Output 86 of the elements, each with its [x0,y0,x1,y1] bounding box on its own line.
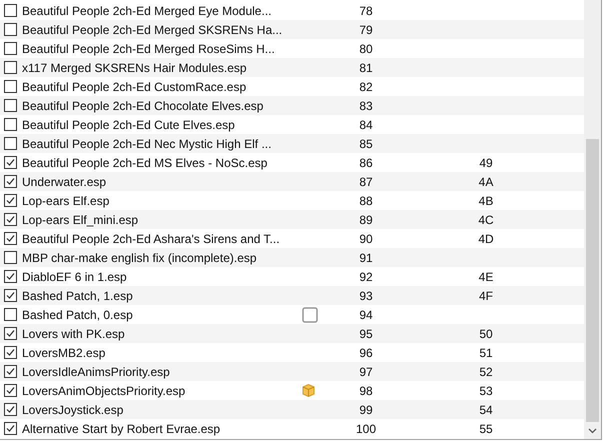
checkbox[interactable] [4,365,17,378]
checkbox[interactable] [4,4,17,17]
load-order: 83 [358,98,374,112]
load-order: 78 [358,4,374,18]
checkbox[interactable] [4,384,17,397]
checkbox[interactable] [4,175,17,188]
scrollbar[interactable] [584,0,601,439]
plugin-name: Beautiful People 2ch-Ed CustomRace.esp [21,80,248,94]
package-icon [302,384,315,397]
load-order: 86 [358,156,374,170]
plugin-name: LoversIdleAnimsPriority.esp [21,364,171,378]
plugin-name: DiabloEF 6 in 1.esp [21,270,128,284]
plugin-name: Lop-ears Elf_mini.esp [21,212,140,226]
mod-index: 53 [479,384,493,398]
load-order: 93 [358,288,374,302]
plugin-name: Beautiful People 2ch-Ed Merged RoseSims H... [21,42,276,56]
checkbox[interactable] [4,118,17,131]
load-order: 95 [358,326,374,340]
plugin-name: MBP char-make english fix (incomplete).esp [21,250,258,264]
checkbox[interactable] [4,232,17,245]
checkbox[interactable] [4,403,17,416]
mod-index: 4E [478,270,494,284]
checkbox[interactable] [4,308,17,321]
load-order: 81 [358,60,374,74]
load-order: 90 [358,232,374,246]
load-order: 79 [358,22,374,36]
plugin-name: Beautiful People 2ch-Ed Cute Elves.esp [21,118,236,132]
checkbox[interactable] [4,213,17,226]
checkbox[interactable] [4,346,17,359]
scroll-thumb[interactable] [586,139,599,422]
load-order: 84 [358,118,374,132]
plugin-name: Lovers with PK.esp [21,326,126,340]
load-order: 97 [358,364,374,378]
plugin-name: Beautiful People 2ch-Ed Chocolate Elves.esp [21,98,264,112]
mod-index: 51 [479,346,493,360]
load-order: 91 [358,250,374,264]
plugin-name: Bashed Patch, 0.esp [21,308,134,322]
load-order: 100 [354,422,378,436]
load-order: 99 [358,402,374,416]
plugin-name: LoversJoystick.esp [21,402,124,416]
mod-index: 55 [479,422,493,436]
mod-index: 4C [478,212,494,226]
checkbox[interactable] [4,80,17,93]
plugin-name: Bashed Patch, 1.esp [21,288,134,302]
checkbox[interactable] [4,422,17,435]
plugin-name: LoversAnimObjectsPriority.esp [21,384,186,398]
load-order: 96 [358,346,374,360]
checkbox[interactable] [4,327,17,340]
checkbox[interactable] [4,289,17,302]
checkbox[interactable] [4,270,17,283]
mod-index: 52 [479,364,493,378]
plugin-name: LoversMB2.esp [21,346,106,360]
load-order: 85 [358,136,374,150]
plugin-name: Beautiful People 2ch-Ed Nec Mystic High Elf ... [21,136,272,150]
plugin-name: Alternative Start by Robert Evrae.esp [21,422,222,436]
plugin-name: x117 Merged SKSRENs Hair Modules.esp [21,60,248,74]
mod-index: 4F [478,288,493,302]
checkbox[interactable] [4,251,17,264]
mod-index: 54 [479,402,493,416]
plugin-name: Beautiful People 2ch-Ed Merged SKSRENs Ha... [21,22,284,36]
checkbox[interactable] [4,99,17,112]
plugin-name: Beautiful People 2ch-Ed Ashara's Sirens and T... [21,232,281,246]
plugin-name: Underwater.esp [21,174,108,188]
checkbox[interactable] [4,137,17,150]
load-order: 94 [358,308,374,322]
load-order: 87 [358,174,374,188]
checkbox[interactable] [4,42,17,55]
plugin-name: Lop-ears Elf.esp [21,194,110,208]
load-order: 89 [358,212,374,226]
load-order: 88 [358,194,374,208]
plugin-name: Beautiful People 2ch-Ed MS Elves - NoSc.esp [21,156,268,170]
plugin-name: Beautiful People 2ch-Ed Merged Eye Module... [21,4,272,18]
mod-index: 4D [478,232,494,246]
checkbox[interactable] [4,61,17,74]
load-order: 92 [358,270,374,284]
mod-index: 49 [479,156,493,170]
mod-index: 4A [478,174,494,188]
load-order: 98 [358,384,374,398]
load-order: 80 [358,42,374,56]
checkbox[interactable] [4,194,17,207]
load-order: 82 [358,80,374,94]
scroll-down-icon[interactable] [588,428,597,434]
mod-index: 50 [479,326,493,340]
mod-index: 4B [478,194,494,208]
checkbox[interactable] [4,23,17,36]
checkbox[interactable] [4,156,17,169]
